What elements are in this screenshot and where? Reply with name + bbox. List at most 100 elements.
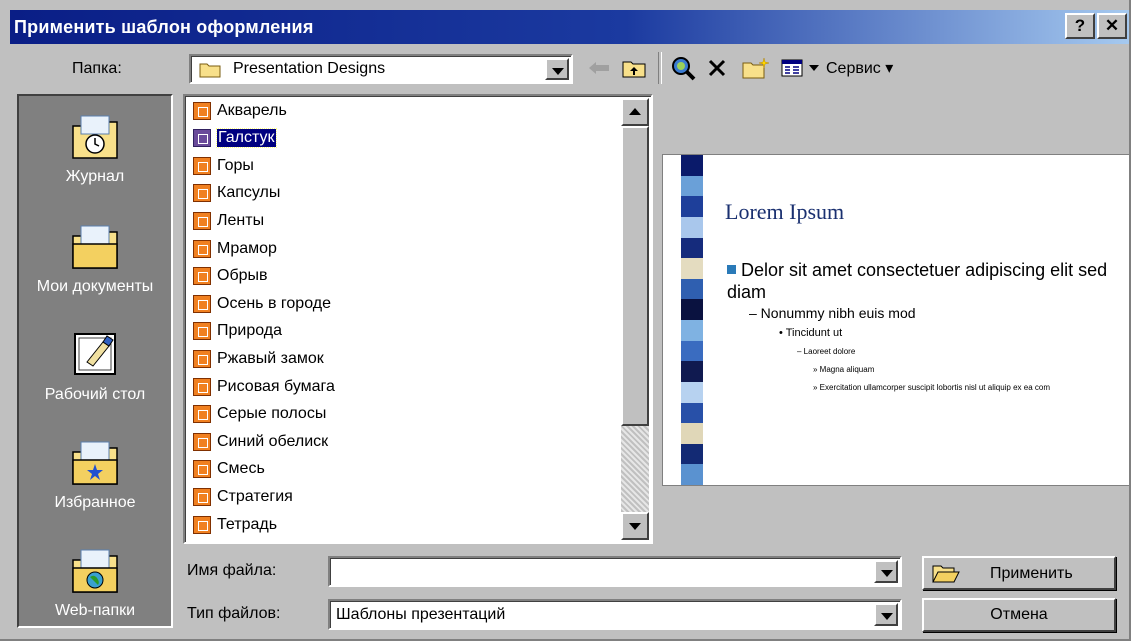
stripe-segment <box>681 258 703 280</box>
preview-stripe <box>681 155 703 485</box>
place-desktop[interactable]: Рабочий стол <box>19 328 171 404</box>
back-icon[interactable] <box>586 52 612 84</box>
filename-dropdown-button[interactable] <box>874 560 898 583</box>
file-list-item[interactable]: Рисовая бумага <box>193 373 335 400</box>
preview-bullet-4: – Laoreet dolore <box>797 347 856 356</box>
presentation-file-icon <box>193 377 211 396</box>
file-list-item[interactable]: Серые полосы <box>193 401 326 428</box>
presentation-file-icon <box>193 515 211 534</box>
scroll-up-button[interactable] <box>621 98 649 126</box>
file-name: Серые полосы <box>217 405 327 423</box>
file-name: Рисовая бумага <box>217 377 335 395</box>
filename-field[interactable] <box>328 556 902 587</box>
views-icon[interactable] <box>778 52 806 84</box>
views-dropdown-icon[interactable] <box>806 52 822 84</box>
window-title: Применить шаблон оформления <box>14 17 314 37</box>
presentation-file-icon <box>193 211 211 230</box>
stripe-segment <box>681 196 703 218</box>
new-folder-icon[interactable] <box>740 52 772 84</box>
file-name: Синий обелиск <box>217 432 329 450</box>
file-list-item[interactable]: Мрамор <box>193 235 277 262</box>
presentation-file-icon <box>193 239 211 258</box>
stripe-segment <box>681 278 703 300</box>
help-button[interactable]: ? <box>1065 13 1095 39</box>
place-my-documents[interactable]: Мои документы <box>19 220 171 296</box>
file-name: Природа <box>217 322 283 340</box>
file-list[interactable]: Акварель Галстук Горы Капсулы Ленты Мрамор Обр… <box>183 94 653 544</box>
filetype-dropdown-button[interactable] <box>874 603 898 626</box>
close-button[interactable]: ✕ <box>1097 13 1127 39</box>
history-icon <box>72 115 118 159</box>
bullet-square-icon <box>727 265 736 274</box>
arrow-up-icon <box>629 108 641 115</box>
file-name: Галстук <box>216 128 277 149</box>
folder-combo[interactable]: Presentation Designs <box>189 54 573 84</box>
file-list-item[interactable]: Тетрадь <box>193 511 277 538</box>
file-list-item[interactable]: Ленты <box>193 207 264 234</box>
filetype-select[interactable]: Шаблоны презентаций <box>328 599 902 630</box>
presentation-file-icon <box>193 184 211 203</box>
presentation-file-icon <box>193 487 211 506</box>
file-list-item[interactable]: Смесь <box>193 456 265 483</box>
up-folder-icon[interactable] <box>620 52 648 84</box>
filetype-value: Шаблоны презентаций <box>336 606 506 623</box>
stripe-segment <box>681 443 703 465</box>
presentation-file-icon <box>193 432 211 451</box>
place-label: Журнал <box>65 168 125 185</box>
preview-title: Lorem Ipsum <box>725 199 845 224</box>
delete-icon[interactable] <box>704 52 730 84</box>
file-list-item[interactable]: Горы <box>193 152 254 179</box>
stripe-segment <box>681 237 703 259</box>
file-name: Осень в городе <box>217 294 331 312</box>
cancel-button[interactable]: Отмена <box>922 598 1116 632</box>
presentation-file-icon <box>193 101 211 120</box>
apply-button-label: Применить <box>990 565 1073 582</box>
place-label: Web-папки <box>54 602 136 619</box>
scroll-thumb[interactable] <box>621 126 649 426</box>
apply-button[interactable]: Применить <box>922 556 1116 590</box>
desktop-icon <box>74 333 116 375</box>
my-documents-icon <box>72 225 118 269</box>
file-name: Обрыв <box>217 267 268 285</box>
presentation-file-icon <box>193 156 211 175</box>
place-history[interactable]: Журнал <box>19 110 171 186</box>
file-list-item[interactable]: Обрыв <box>193 263 268 290</box>
preview-bullet-3: • Tincidunt ut <box>779 327 843 339</box>
file-name: Смесь <box>217 460 265 478</box>
file-name: Тетрадь <box>217 515 278 533</box>
design-preview: Lorem Ipsum Delor sit amet consectetuer … <box>662 154 1129 486</box>
toolbar-separator <box>658 52 662 84</box>
preview-bullet-1: Delor sit amet consectetuer adipiscing e… <box>727 260 1108 302</box>
scroll-down-button[interactable] <box>621 512 649 540</box>
search-web-icon[interactable] <box>668 52 698 84</box>
place-web-folders[interactable]: Web-папки <box>19 544 171 620</box>
file-name: Ржавый замок <box>217 349 324 367</box>
place-favorites[interactable]: Избранное <box>19 436 171 512</box>
stripe-segment <box>681 299 703 321</box>
presentation-file-icon <box>193 129 211 148</box>
file-list-scrollbar[interactable] <box>621 98 649 540</box>
file-list-item[interactable]: Галстук <box>193 125 277 152</box>
file-list-item[interactable]: Осень в городе <box>193 290 331 317</box>
file-list-item[interactable]: Акварель <box>193 97 287 124</box>
stripe-segment <box>681 340 703 362</box>
file-list-item[interactable]: Природа <box>193 318 282 345</box>
open-folder-icon <box>932 565 960 583</box>
stripe-segment <box>681 155 703 177</box>
file-list-item[interactable]: Ржавый замок <box>193 345 324 372</box>
folder-icon <box>199 63 221 78</box>
file-name: Ленты <box>217 211 265 229</box>
file-list-item[interactable]: Капсулы <box>193 180 280 207</box>
folder-dropdown-button[interactable] <box>545 58 569 80</box>
web-folders-icon <box>72 549 118 593</box>
preview-bullet-2: – Nonummy nibh euis mod <box>749 305 916 321</box>
preview-bullet-5: » Magna aliquam <box>813 365 875 374</box>
file-list-item[interactable]: Стратегия <box>193 483 293 510</box>
file-list-item[interactable]: Синий обелиск <box>193 428 328 455</box>
stripe-segment <box>681 464 703 485</box>
tools-menu[interactable]: Сервис ▾ <box>826 52 962 84</box>
filetype-label: Тип файлов: <box>187 605 281 622</box>
stripe-segment <box>681 423 703 445</box>
file-name: Горы <box>217 156 254 174</box>
place-label: Избранное <box>54 494 136 511</box>
